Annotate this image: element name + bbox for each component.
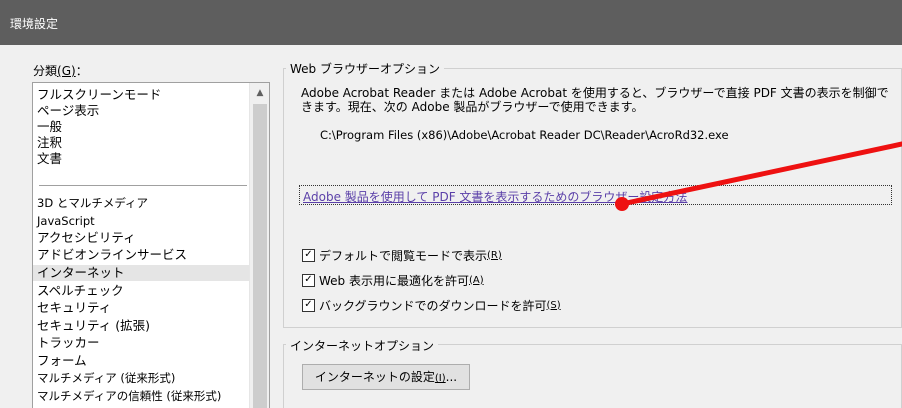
category-item-adobe-online-services[interactable]: アドビオンラインサービス (37, 247, 187, 263)
checkbox-fast-web-view-label: Web 表示用に最適化を許可 (319, 273, 469, 288)
internet-options-title: インターネットオプション (286, 337, 439, 354)
checkbox-fast-web-view-box[interactable]: ✓ (302, 273, 315, 287)
scroll-up-arrow-icon[interactable]: ▲ (250, 83, 269, 103)
category-item-documents[interactable]: 文書 (37, 151, 62, 167)
category-item-accessibility[interactable]: アクセシビリティ (37, 230, 136, 246)
category-item-general[interactable]: 一般 (37, 119, 62, 135)
category-item-internet[interactable]: インターネット (33, 265, 249, 281)
browser-setup-help-link[interactable]: Adobe 製品を使用して PDF 文書を表示するためのブラウザー設定方法 (299, 185, 892, 205)
list-separator (39, 185, 247, 186)
list-scrollbar[interactable]: ▲ (249, 83, 269, 408)
checkbox-fast-web-view-accel: (A) (468, 274, 484, 286)
category-item-page-display[interactable]: ページ表示 (37, 103, 99, 119)
checkbox-read-mode-accel: (R) (487, 249, 502, 261)
internet-settings-button[interactable]: インターネットの設定(I)... (302, 364, 470, 390)
web-browser-options-title: Web ブラウザーオプション (286, 60, 444, 77)
checkbox-background-download-accel: (S) (546, 299, 561, 311)
category-item-tracker[interactable]: トラッカー (37, 335, 100, 351)
window-title: 環境設定 (10, 17, 59, 31)
category-item-security[interactable]: セキュリティ (37, 300, 111, 316)
scroll-thumb[interactable] (253, 104, 267, 408)
web-browser-description: Adobe Acrobat Reader または Adobe Acrobat を… (301, 86, 889, 114)
category-item-multimedia-legacy[interactable]: マルチメディア (従来形式) (37, 370, 175, 386)
category-item-3d-multimedia[interactable]: 3D とマルチメディア (37, 195, 148, 211)
checkbox-read-mode-label: デフォルトで閲覧モードで表示 (319, 248, 488, 263)
categories-label: 分類(G)： (33, 64, 88, 78)
checkbox-background-download[interactable]: ✓ バックグラウンドでのダウンロードを許可 (S) (302, 297, 561, 313)
checkbox-read-mode-box[interactable]: ✓ (302, 248, 315, 262)
checkbox-read-mode[interactable]: ✓ デフォルトで閲覧モードで表示 (R) (302, 247, 502, 263)
checkbox-background-download-label: バックグラウンドでのダウンロードを許可 (319, 298, 547, 313)
reader-executable-path: C:\Program Files (x86)\Adobe\Acrobat Rea… (320, 128, 729, 142)
category-item-multimedia-trust-legacy[interactable]: マルチメディアの信頼性 (従来形式) (37, 388, 221, 404)
category-item-forms[interactable]: フォーム (37, 353, 87, 369)
category-item-fullscreen-mode[interactable]: フルスクリーンモード (37, 87, 161, 103)
category-item-javascript[interactable]: JavaScript (37, 213, 95, 229)
checkbox-background-download-box[interactable]: ✓ (302, 298, 315, 312)
category-item-spelling[interactable]: スペルチェック (37, 283, 124, 299)
title-bar: 環境設定 (0, 0, 902, 45)
category-item-comments[interactable]: 注釈 (37, 135, 62, 151)
categories-listbox[interactable]: フルスクリーンモード ページ表示 一般 注釈 文書 3D とマルチメディア Ja… (32, 82, 270, 408)
category-item-security-enhanced[interactable]: セキュリティ (拡張) (37, 318, 150, 334)
checkbox-fast-web-view[interactable]: ✓ Web 表示用に最適化を許可 (A) (302, 272, 484, 288)
